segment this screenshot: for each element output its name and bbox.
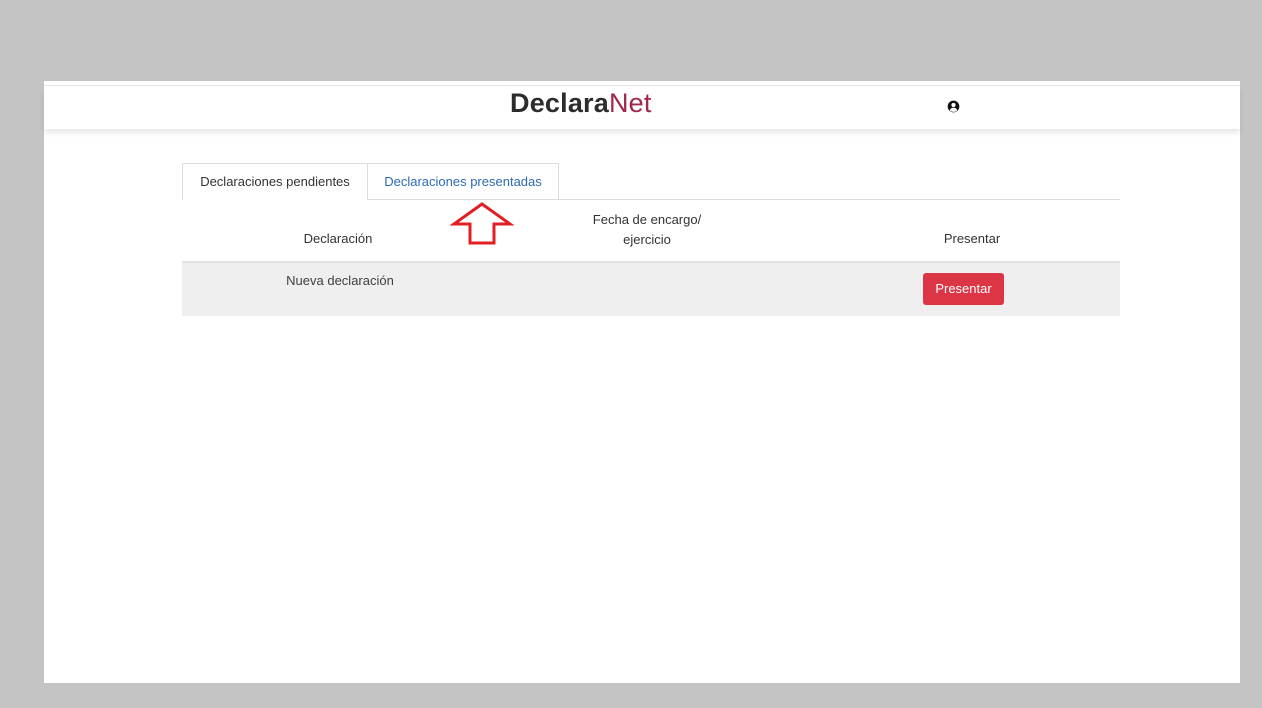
presentar-button[interactable]: Presentar <box>923 273 1004 305</box>
column-header-fecha-line2: ejercicio <box>623 232 671 247</box>
tab-declaraciones-pendientes[interactable]: Declaraciones pendientes <box>182 163 368 200</box>
up-arrow-icon <box>450 202 514 245</box>
table-header: Declaración Fecha de encargo/ ejercicio … <box>182 200 1120 263</box>
column-header-declaracion: Declaración <box>303 231 373 246</box>
tab-declaraciones-presentadas[interactable]: Declaraciones presentadas <box>367 163 559 199</box>
logo-light-text: Net <box>608 88 652 118</box>
row-declaracion-name: Nueva declaración <box>286 273 394 288</box>
column-header-fecha-line1: Fecha de encargo/ <box>592 212 702 227</box>
declaranet-logo[interactable]: DeclaraNet <box>510 87 652 119</box>
app-header: DeclaraNet <box>44 86 1240 129</box>
table-row: Nueva declaración Presentar <box>182 263 1120 316</box>
declaraciones-tabs: Declaraciones pendientes Declaraciones p… <box>182 163 1120 200</box>
logo-strong-text: Declara <box>510 88 609 118</box>
page-panel: DeclaraNet Declaraciones pendientes Decl… <box>44 81 1240 683</box>
user-circle-icon[interactable] <box>947 100 960 113</box>
column-header-presentar: Presentar <box>943 231 1001 246</box>
column-header-fecha: Fecha de encargo/ ejercicio <box>547 210 747 250</box>
